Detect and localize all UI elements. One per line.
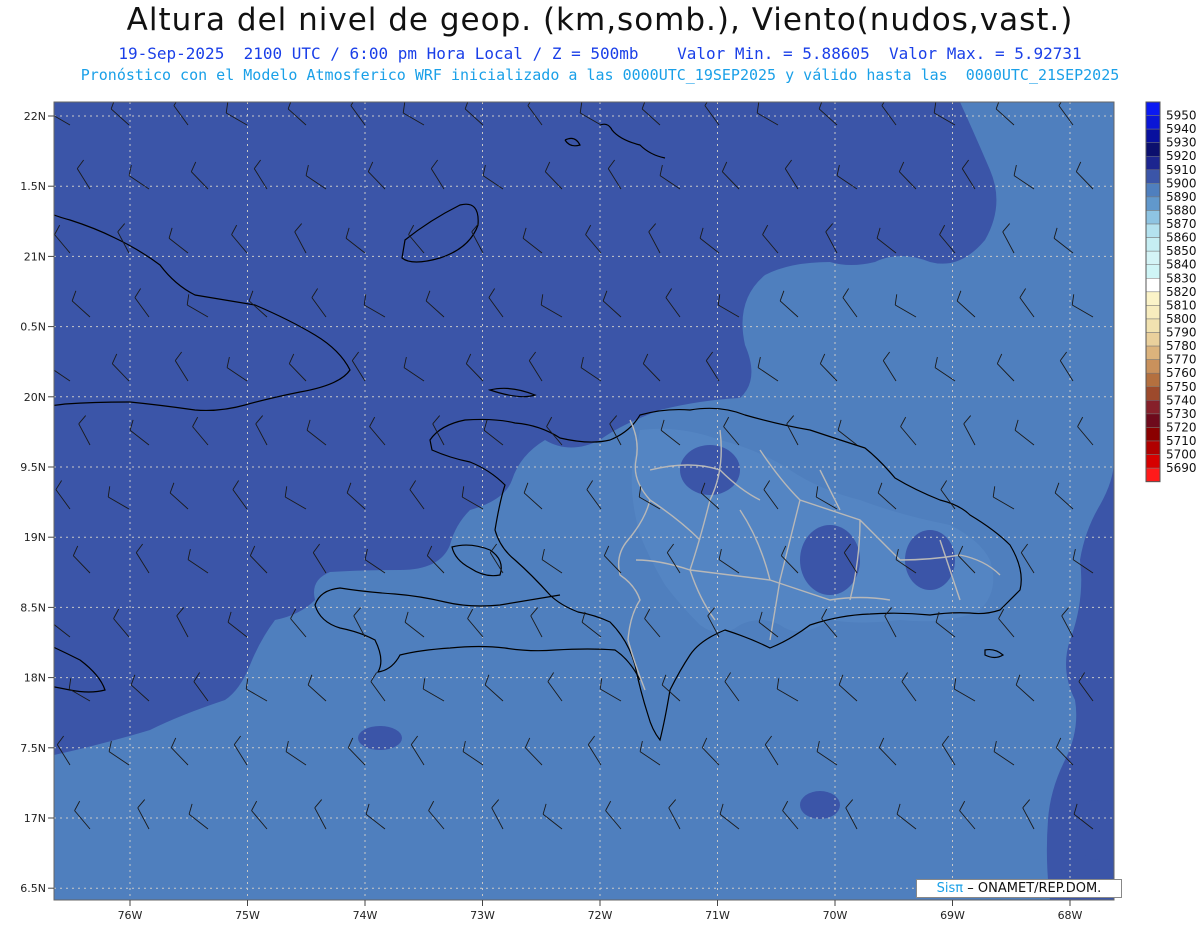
colorbar-swatch	[1145, 305, 1161, 320]
colorbar-swatch	[1145, 400, 1161, 415]
lat-tick-label: 21N	[24, 250, 46, 263]
colorbar: 5950594059305920591059005890588058705860…	[1145, 101, 1197, 483]
lat-tick-label: 20N	[24, 391, 46, 404]
colorbar-swatch	[1145, 278, 1161, 293]
lon-tick-label: 70W	[823, 909, 848, 922]
colorbar-swatch	[1145, 250, 1161, 265]
colorbar-label: 5940	[1166, 122, 1197, 136]
colorbar-swatch	[1145, 427, 1161, 442]
colorbar-swatch	[1145, 386, 1161, 401]
colorbar-label: 5770	[1166, 353, 1197, 367]
colorbar-label: 5740	[1166, 393, 1197, 407]
colorbar-label: 5790	[1166, 326, 1197, 340]
lon-tick-label: 72W	[588, 909, 613, 922]
colorbar-swatch	[1145, 372, 1161, 388]
colorbar-swatch	[1145, 169, 1161, 184]
colorbar-swatch	[1145, 155, 1161, 171]
colorbar-swatch	[1145, 196, 1161, 211]
colorbar-swatch	[1145, 237, 1161, 252]
credit-text: – ONAMET/REP.DOM.	[967, 881, 1102, 896]
lat-tick-label: 17N	[24, 812, 46, 825]
lat-tick-label: 22N	[24, 110, 46, 123]
colorbar-label: 5870	[1166, 217, 1197, 231]
lat-tick-label: 6.5N	[20, 882, 46, 895]
colorbar-swatch	[1145, 359, 1161, 374]
colorbar-label: 5780	[1166, 339, 1197, 353]
lat-tick-label: 0.5N	[20, 321, 46, 334]
colorbar-swatch	[1145, 142, 1161, 157]
colorbar-label: 5930	[1166, 136, 1197, 150]
colorbar-label: 5830	[1166, 271, 1197, 285]
colorbar-swatch	[1145, 467, 1161, 482]
lat-tick-label: 8.5N	[20, 601, 46, 614]
map-figure: 22N 1.5N 21N 0.5N 20N 9.5N 19N 8.5N 18N 7.5N 17N 6.…	[20, 101, 1197, 922]
lat-tick-label: 7.5N	[20, 742, 46, 755]
colorbar-label: 5860	[1166, 231, 1197, 245]
colorbar-label: 5710	[1166, 434, 1197, 448]
lon-tick-label: 69W	[940, 909, 965, 922]
colorbar-label: 5920	[1166, 149, 1197, 163]
colorbar-swatch	[1145, 128, 1161, 143]
colorbar-label: 5950	[1166, 109, 1197, 123]
lon-tick-label: 73W	[470, 909, 495, 922]
colorbar-label: 5730	[1166, 407, 1197, 421]
lon-tick-label: 76W	[118, 909, 143, 922]
colorbar-swatch	[1145, 223, 1161, 238]
latitude-axis: 22N 1.5N 21N 0.5N 20N 9.5N 19N 8.5N 18N 7.5N 17N 6.…	[20, 110, 54, 895]
colorbar-swatch	[1145, 115, 1161, 130]
colorbar-swatch	[1145, 454, 1161, 469]
colorbar-label: 5720	[1166, 420, 1197, 434]
colorbar-label: 5840	[1166, 258, 1197, 272]
colorbar-label: 5850	[1166, 244, 1197, 258]
field-dark-patch	[1077, 800, 1113, 860]
colorbar-label: 5880	[1166, 203, 1197, 217]
colorbar-swatch	[1145, 264, 1161, 279]
colorbar-swatch	[1145, 210, 1161, 225]
lon-tick-label: 68W	[1058, 909, 1083, 922]
lat-tick-label: 18N	[24, 672, 46, 685]
colorbar-label: 5800	[1166, 312, 1197, 326]
colorbar-label: 5690	[1166, 461, 1197, 475]
field-dark-patch	[800, 525, 860, 595]
colorbar-swatch	[1145, 413, 1161, 428]
lon-tick-label: 74W	[353, 909, 378, 922]
colorbar-label: 5820	[1166, 285, 1197, 299]
credit-box: Sisπ – ONAMET/REP.DOM.	[916, 879, 1122, 898]
lat-tick-label: 9.5N	[20, 461, 46, 474]
colorbar-swatch	[1145, 183, 1161, 198]
colorbar-swatch	[1145, 318, 1161, 333]
lat-tick-label: 19N	[24, 531, 46, 544]
colorbar-label: 5760	[1166, 366, 1197, 380]
lon-tick-label: 75W	[235, 909, 260, 922]
longitude-axis: 76W 75W 74W 73W 72W 71W 70W 69W 68W	[118, 900, 1083, 922]
field-dark-patch	[680, 445, 740, 495]
colorbar-label: 5700	[1166, 448, 1197, 462]
colorbar-swatch	[1145, 101, 1161, 116]
field-dark-patch	[800, 791, 840, 819]
credit-brand: Sisπ	[936, 881, 964, 896]
lat-tick-label: 1.5N	[20, 180, 46, 193]
colorbar-label: 5910	[1166, 163, 1197, 177]
colorbar-label: 5900	[1166, 176, 1197, 190]
colorbar-swatch	[1145, 332, 1161, 347]
colorbar-swatch	[1145, 440, 1161, 455]
colorbar-label: 5810	[1166, 298, 1197, 312]
colorbar-swatch	[1145, 345, 1161, 360]
colorbar-label: 5750	[1166, 380, 1197, 394]
colorbar-swatch	[1145, 291, 1161, 306]
geopotential-field	[54, 102, 1114, 900]
colorbar-label: 5890	[1166, 190, 1197, 204]
lon-tick-label: 71W	[705, 909, 730, 922]
